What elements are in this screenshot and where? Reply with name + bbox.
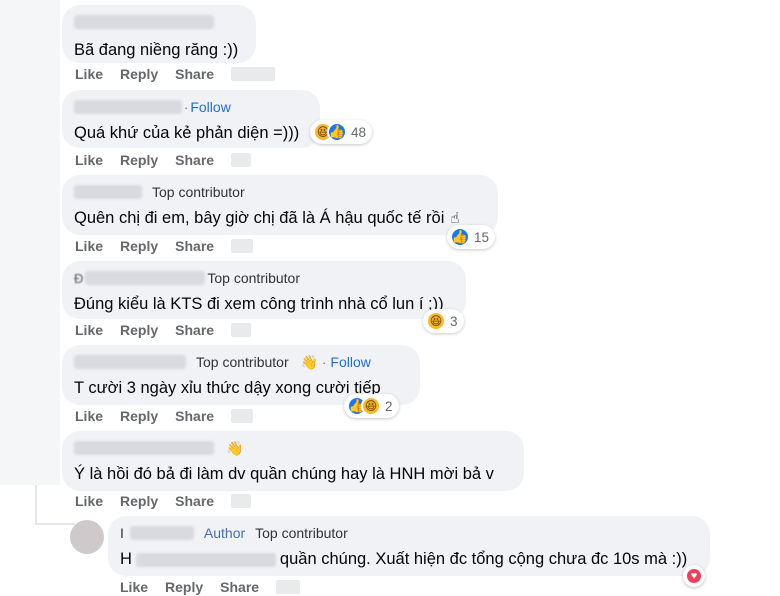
avatar[interactable] — [70, 520, 104, 554]
top-contributor-badge[interactable]: Top contributor — [196, 354, 289, 370]
comment-text: Đúng kiểu là KTS đi xem công trình nhà c… — [74, 295, 444, 313]
follow-button[interactable]: Follow — [190, 99, 230, 115]
comment-text: Quên chị đi em, bây giờ chị đã là Á hậu … — [74, 209, 460, 227]
timestamp[interactable] — [231, 153, 252, 167]
share-button[interactable]: Share — [175, 322, 214, 338]
waving-hand-icon: 👋 — [300, 353, 319, 370]
top-contributor-badge[interactable]: Top contributor — [255, 525, 348, 541]
share-button[interactable]: Share — [175, 66, 214, 82]
reaction-summary[interactable]: 😆 👍 48 — [310, 120, 373, 144]
reaction-summary[interactable]: 👍 15 — [447, 225, 496, 249]
timestamp[interactable] — [231, 239, 254, 253]
timestamp[interactable] — [231, 409, 254, 423]
like-button[interactable]: Like — [75, 408, 103, 424]
separator-dot: · — [184, 99, 189, 115]
comment-text: Quá khứ của kẻ phản diện =))) — [74, 124, 300, 142]
reaction-count: 15 — [474, 229, 490, 245]
like-button[interactable]: Like — [75, 322, 103, 338]
reaction-count: 48 — [351, 124, 367, 140]
comment-actions: Like Reply Share — [75, 493, 252, 509]
share-button[interactable]: Share — [175, 152, 214, 168]
comment-actions: Like Reply Share — [75, 152, 252, 168]
timestamp[interactable] — [231, 323, 252, 337]
comment-actions: Like Reply Share — [75, 66, 276, 82]
comment-text-main: quần chúng. Xuất hiện đc tổng cộng chưa … — [279, 550, 688, 568]
share-button[interactable]: Share — [175, 238, 214, 254]
love-icon: ♥ — [685, 567, 703, 585]
redacted-text — [135, 552, 276, 567]
reply-button[interactable]: Reply — [120, 493, 158, 509]
commenter-name[interactable] — [129, 526, 194, 540]
like-button[interactable]: Like — [75, 238, 103, 254]
reaction-summary[interactable]: ♥ — [683, 565, 705, 587]
thumbs-up-icon: 👍 — [327, 122, 347, 142]
comment-actions: Like Reply Share — [120, 579, 301, 595]
timestamp[interactable] — [276, 580, 301, 594]
reaction-count: 2 — [385, 398, 393, 414]
comment-actions: Like Reply Share — [75, 238, 254, 254]
reply-button[interactable]: Reply — [120, 322, 158, 338]
comment-actions: Like Reply Share — [75, 322, 252, 338]
top-contributor-badge[interactable]: Top contributor — [152, 184, 245, 200]
reaction-summary[interactable]: 😆 3 — [423, 309, 464, 333]
like-button[interactable]: Like — [75, 152, 103, 168]
comment-text: Bã đang niềng răng :)) — [74, 41, 239, 59]
comment-bubble: Top contributor Quên chị đi em, bây giờ … — [62, 175, 498, 235]
commenter-name[interactable] — [74, 355, 186, 369]
comment-bubble: 👋 Ý là hồi đó bả đi làm dv quần chúng ha… — [62, 431, 524, 491]
separator-dot: · — [322, 354, 327, 370]
haha-icon: 😆 — [361, 396, 381, 416]
reaction-summary[interactable]: 👍 😆 2 — [344, 394, 399, 418]
reply-button[interactable]: Reply — [120, 152, 158, 168]
share-button[interactable]: Share — [220, 579, 259, 595]
share-button[interactable]: Share — [175, 408, 214, 424]
thread-line-branch — [35, 523, 75, 525]
like-button[interactable]: Like — [75, 66, 103, 82]
reply-button[interactable]: Reply — [120, 238, 158, 254]
timestamp[interactable] — [231, 67, 276, 81]
commenter-name-fragment: I — [120, 525, 124, 541]
reply-button[interactable]: Reply — [120, 408, 158, 424]
commenter-name[interactable] — [74, 441, 214, 455]
thumbs-up-icon: 👍 — [450, 227, 470, 247]
timestamp[interactable] — [231, 494, 252, 508]
haha-icon: 😆 — [426, 311, 446, 331]
reaction-count: 3 — [450, 313, 458, 329]
like-button[interactable]: Like — [75, 493, 103, 509]
follow-button[interactable]: Follow — [330, 354, 370, 370]
like-button[interactable]: Like — [120, 579, 148, 595]
share-button[interactable]: Share — [175, 493, 214, 509]
reply-button[interactable]: Reply — [165, 579, 203, 595]
avatar-strip — [0, 0, 60, 485]
comment-bubble: Bã đang niềng răng :)) — [62, 5, 256, 63]
commenter-name-fragment: Đ — [74, 270, 84, 286]
author-badge[interactable]: Author — [204, 525, 245, 541]
comment-bubble: Đ Top contributor Đúng kiểu là KTS đi xe… — [62, 261, 466, 319]
top-contributor-badge[interactable]: Top contributor — [207, 270, 300, 286]
commenter-name[interactable] — [85, 271, 206, 285]
commenter-name[interactable] — [74, 15, 214, 29]
comment-bubble: · Follow Quá khứ của kẻ phản diện =))) — [62, 90, 320, 148]
comment-text-fragment: H — [120, 550, 132, 568]
commenter-name[interactable] — [74, 100, 182, 114]
reply-bubble: I Author Top contributor Hquần chúng. Xu… — [108, 516, 710, 576]
comment-text: Ý là hồi đó bả đi làm dv quần chúng hay … — [74, 465, 494, 483]
waving-hand-icon: 👋 — [226, 439, 244, 456]
reply-button[interactable]: Reply — [120, 66, 158, 82]
commenter-name[interactable] — [74, 185, 142, 199]
comment-text: Hquần chúng. Xuất hiện đc tổng cộng chưa… — [120, 548, 698, 570]
thread-line — [35, 485, 37, 525]
comment-actions: Like Reply Share — [75, 408, 254, 424]
